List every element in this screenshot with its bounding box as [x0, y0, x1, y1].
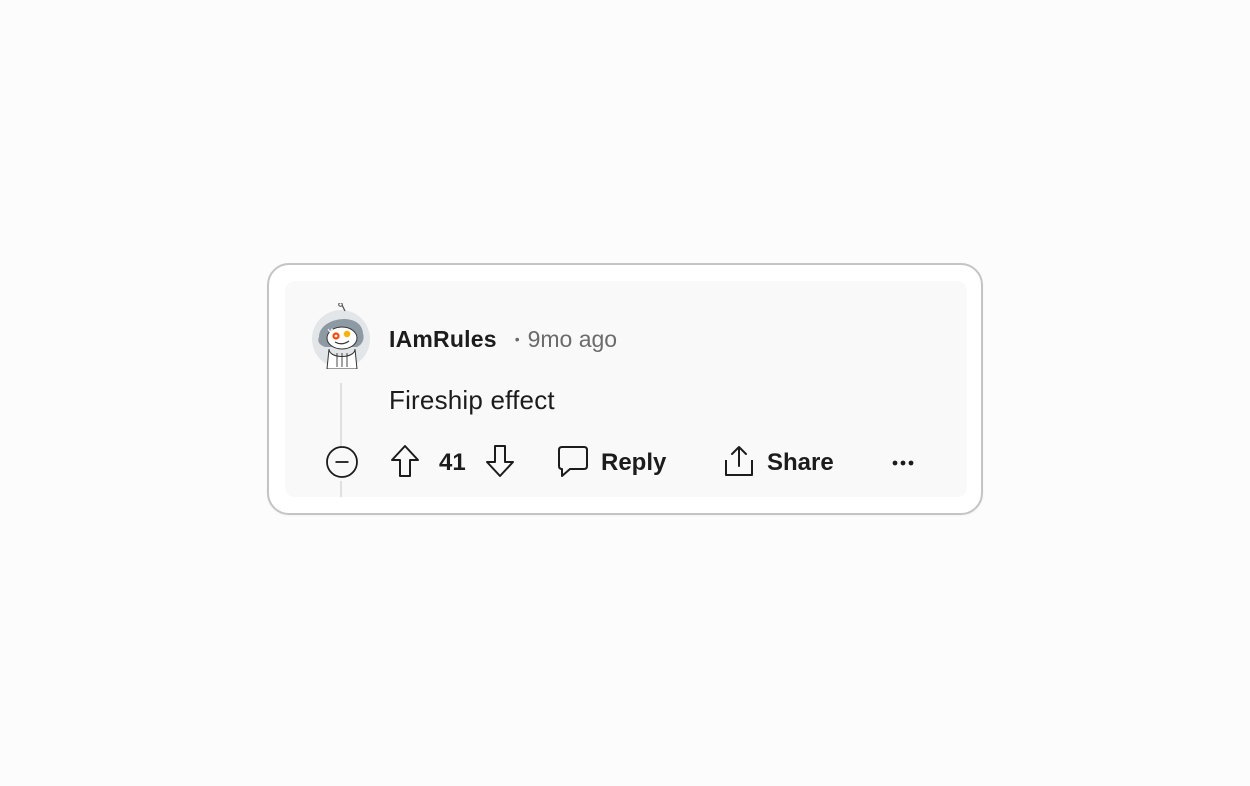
meta-separator: • [514, 331, 520, 347]
comment-card: IAmRules • 9mo ago Fireship effect 41 Re… [267, 263, 983, 515]
share-button[interactable]: Share [723, 441, 834, 485]
vote-controls: 41 [389, 441, 516, 485]
downvote-arrow-icon [484, 443, 516, 484]
reply-button[interactable]: Reply [557, 441, 666, 485]
upvote-button[interactable] [389, 443, 421, 484]
comment-actions: 41 Reply Share [285, 441, 967, 485]
share-upload-icon [723, 444, 755, 483]
username-link[interactable]: IAmRules [389, 326, 497, 353]
downvote-button[interactable] [484, 443, 516, 484]
timestamp[interactable]: 9mo ago [528, 326, 618, 353]
share-label: Share [767, 449, 834, 476]
reply-label: Reply [601, 449, 667, 476]
comment-meta: IAmRules • 9mo ago [389, 325, 617, 353]
more-options-button[interactable] [889, 447, 917, 479]
more-options-icon [891, 454, 915, 472]
comment: IAmRules • 9mo ago Fireship effect 41 Re… [285, 281, 967, 497]
comment-bubble-icon [557, 444, 589, 483]
collapse-button[interactable] [325, 445, 359, 484]
collapse-minus-icon [325, 445, 359, 484]
avatar[interactable] [311, 302, 371, 370]
vote-score: 41 [439, 449, 466, 476]
upvote-arrow-icon [389, 443, 421, 484]
comment-body: Fireship effect [389, 385, 555, 415]
